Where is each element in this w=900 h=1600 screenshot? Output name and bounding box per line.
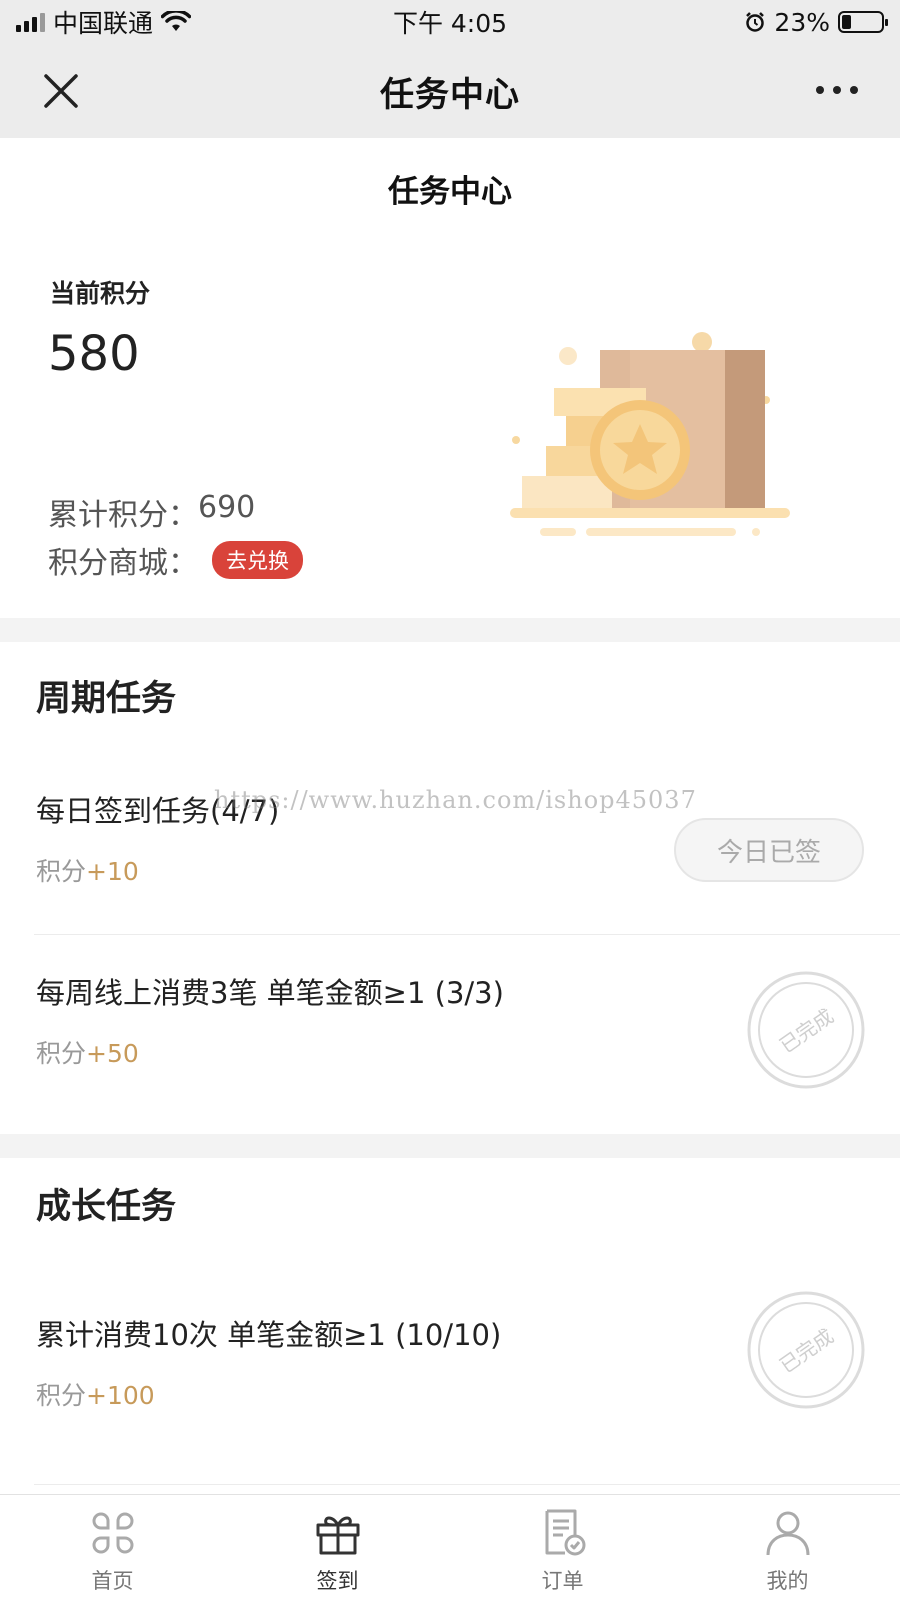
reward-label: 积分 (36, 857, 87, 886)
nav-title: 任务中心 (380, 74, 520, 115)
status-bar: 中国联通 下午 4:05 23% (0, 0, 900, 44)
nav-bar: 任务中心 (0, 44, 900, 138)
tab-label: 签到 (316, 1569, 359, 1593)
completed-stamp-icon: 已完成 (747, 971, 865, 1089)
tab-label: 订单 (541, 1569, 584, 1593)
section-title-periodic: 周期任务 (36, 679, 177, 719)
order-icon (545, 1509, 585, 1556)
growth-tasks-section: 成长任务 累计消费10次 单笔金额≥1 (10/10) 积分+100 已完成 (0, 1158, 900, 1494)
tab-home[interactable]: 首页 (0, 1495, 225, 1600)
reward-value: +100 (86, 1381, 155, 1410)
status-right: 23% (744, 7, 888, 37)
stamp-text: 已完成 (775, 1324, 838, 1378)
points-mall-row: 积分商城： 去兑换 (48, 538, 303, 582)
wifi-icon (161, 11, 192, 31)
divider (34, 1484, 900, 1485)
reward-label: 积分 (36, 1039, 87, 1068)
tab-label: 我的 (766, 1569, 809, 1593)
battery-icon (838, 11, 888, 33)
home-grid-icon (91, 1512, 134, 1554)
user-icon (766, 1511, 809, 1556)
exchange-button[interactable]: 去兑换 (212, 541, 303, 579)
signed-today-button[interactable]: 今日已签 (674, 818, 864, 882)
status-left: 中国联通 (16, 4, 192, 40)
total-points-row: 累计积分： 690 (48, 490, 255, 534)
stamp-text: 已完成 (775, 1004, 838, 1058)
current-points-value: 580 (48, 326, 140, 382)
reward-value: +10 (86, 857, 139, 886)
more-icon[interactable] (816, 80, 862, 100)
tab-orders[interactable]: 订单 (450, 1495, 675, 1600)
completed-stamp-icon: 已完成 (747, 1291, 865, 1409)
total-points-label: 累计积分： (48, 498, 198, 533)
battery-percent: 23% (774, 7, 830, 37)
page-title: 任务中心 (388, 174, 512, 210)
tab-checkin[interactable]: 签到 (225, 1495, 450, 1600)
total-points-value: 690 (198, 490, 256, 525)
section-title-growth: 成长任务 (36, 1187, 177, 1227)
signal-icon (16, 12, 45, 32)
gift-icon (316, 1516, 359, 1555)
close-icon[interactable] (40, 70, 82, 112)
coins-box-illustration-icon (510, 332, 790, 536)
bottom-tab-bar: 首页 签到 订单 我的 (0, 1494, 900, 1600)
reward-label: 积分 (36, 1381, 87, 1410)
carrier-label: 中国联通 (53, 9, 154, 38)
current-points-label: 当前积分 (50, 279, 151, 308)
divider (34, 934, 900, 935)
tab-profile[interactable]: 我的 (675, 1495, 900, 1600)
periodic-tasks-section: 周期任务 每日签到任务(4/7) 积分+10 今日已签 每周线上消费3笔 单笔金… (0, 642, 900, 1134)
alarm-icon (746, 12, 765, 32)
reward-value: +50 (86, 1039, 139, 1068)
points-mall-label: 积分商城： (48, 546, 198, 581)
battery-fill (842, 15, 851, 29)
points-summary-card: 任务中心 当前积分 580 累计积分： 690 积分商城： 去兑换 (0, 138, 900, 618)
tab-label: 首页 (91, 1569, 134, 1593)
